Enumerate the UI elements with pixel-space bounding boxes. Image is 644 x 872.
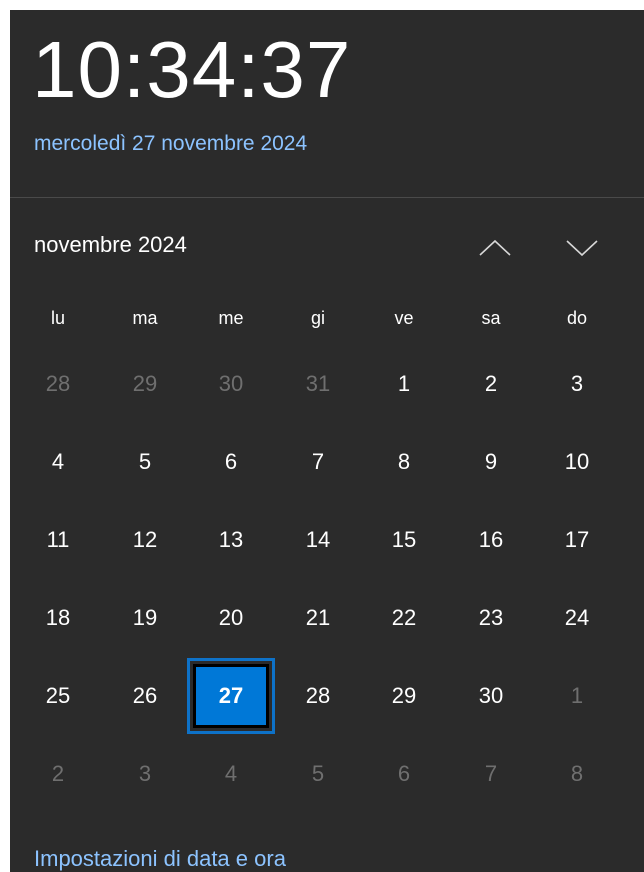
divider [10,197,644,198]
calendar-day[interactable]: 25 [18,660,98,732]
calendar-day[interactable]: 26 [105,660,185,732]
full-date-link[interactable]: mercoledì 27 novembre 2024 [34,132,307,156]
calendar-day-selected[interactable]: 27 [187,658,275,734]
calendar-day[interactable]: 17 [537,504,617,576]
calendar-day[interactable]: 1 [364,348,444,420]
calendar-day[interactable]: 20 [191,582,271,654]
calendar-day[interactable]: 10 [537,426,617,498]
calendar-day-adjacent-month[interactable]: 8 [537,738,617,810]
calendar-day[interactable]: 3 [537,348,617,420]
weekday-label-gi: gi [310,308,325,328]
calendar-day[interactable]: 11 [18,504,98,576]
calendar-day-adjacent-month[interactable]: 4 [191,738,271,810]
calendar-day[interactable]: 15 [364,504,444,576]
clock-calendar-flyout: 10:34:37 mercoledì 27 novembre 2024 nove… [10,10,644,872]
calendar-day-adjacent-month[interactable]: 2 [18,738,98,810]
weekday-label-sa: sa [481,308,501,328]
calendar-day[interactable]: 4 [18,426,98,498]
weekday-label-me: me [218,308,244,328]
calendar-day[interactable]: 13 [191,504,271,576]
calendar-day-adjacent-month[interactable]: 30 [191,348,271,420]
clock-time: 10:34:37 [32,25,352,114]
calendar-day[interactable]: 2 [451,348,531,420]
calendar-day[interactable]: 21 [278,582,358,654]
next-month-button[interactable] [562,228,602,268]
calendar-day[interactable]: 24 [537,582,617,654]
calendar-day[interactable]: 7 [278,426,358,498]
calendar-day-adjacent-month[interactable]: 1 [537,660,617,732]
calendar-day[interactable]: 16 [451,504,531,576]
calendar-day[interactable]: 28 [278,660,358,732]
today-highlight: 27 [193,664,269,728]
calendar-day[interactable]: 14 [278,504,358,576]
weekday-label-ve: ve [394,308,414,328]
calendar-day-adjacent-month[interactable]: 3 [105,738,185,810]
month-title[interactable]: novembre 2024 [34,232,187,258]
calendar-day[interactable]: 6 [191,426,271,498]
date-time-settings-link[interactable]: Impostazioni di data e ora [34,846,286,872]
weekday-label-ma: ma [132,308,158,328]
chevron-up-icon [479,239,511,256]
calendar-day[interactable]: 29 [364,660,444,732]
chevron-down-icon [566,240,598,257]
calendar-day-adjacent-month[interactable]: 29 [105,348,185,420]
calendar-day[interactable]: 19 [105,582,185,654]
weekday-label-do: do [566,308,588,328]
calendar-day[interactable]: 23 [451,582,531,654]
calendar-day-adjacent-month[interactable]: 31 [278,348,358,420]
calendar-day[interactable]: 12 [105,504,185,576]
weekday-header: lu ma me gi ve sa do [10,308,644,332]
calendar-day-adjacent-month[interactable]: 6 [364,738,444,810]
calendar-day[interactable]: 8 [364,426,444,498]
calendar-day[interactable]: 30 [451,660,531,732]
calendar-day-adjacent-month[interactable]: 5 [278,738,358,810]
calendar-day[interactable]: 9 [451,426,531,498]
calendar-day[interactable]: 18 [18,582,98,654]
previous-month-button[interactable] [475,228,515,268]
calendar-day[interactable]: 22 [364,582,444,654]
calendar-day[interactable]: 5 [105,426,185,498]
weekday-label-lu: lu [50,308,65,328]
calendar-day-adjacent-month[interactable]: 28 [18,348,98,420]
calendar-day-adjacent-month[interactable]: 7 [451,738,531,810]
